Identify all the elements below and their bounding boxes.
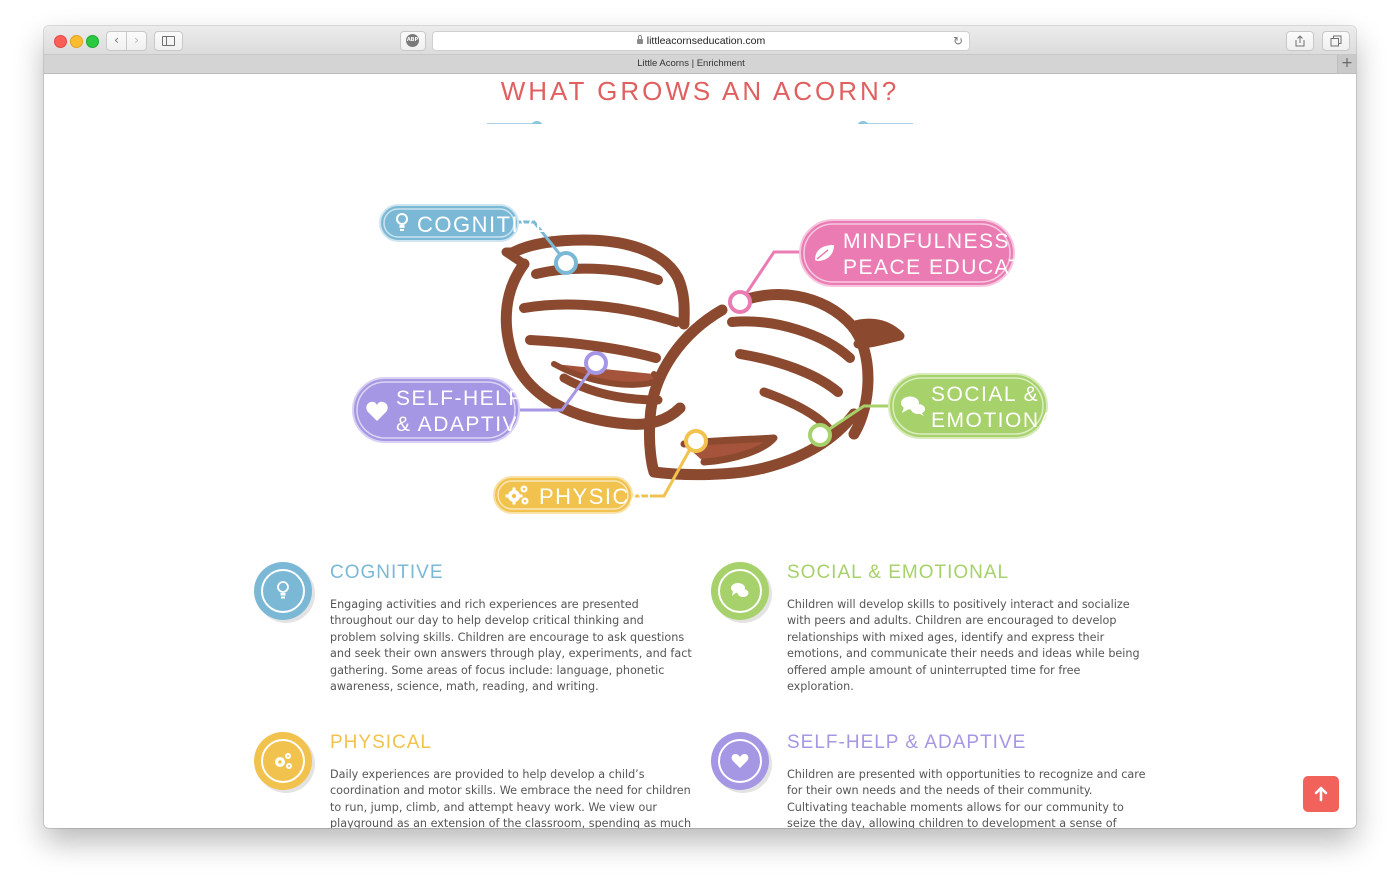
minimize-window-button[interactable] bbox=[70, 35, 83, 48]
sidebar-toggle-button[interactable] bbox=[154, 31, 183, 51]
selfhelp-text: Children are presented with opportunitie… bbox=[787, 768, 1146, 828]
lightbulb-icon bbox=[277, 581, 289, 599]
arrow-up-icon bbox=[1314, 786, 1328, 802]
social-block: SOCIAL & EMOTIONAL Children will develop… bbox=[711, 534, 1140, 693]
cognitive-pill-label: COGNITIVE bbox=[417, 212, 552, 237]
physical-pill: PHYSICAL bbox=[493, 476, 660, 514]
mindfulness-node bbox=[728, 290, 752, 314]
social-pill-label-line2: EMOTIONAL bbox=[931, 409, 1068, 432]
browser-window: ‹ › ABP littleacornseducation.com ↻ Litt… bbox=[44, 26, 1356, 828]
physical-node bbox=[684, 429, 708, 453]
back-button[interactable]: ‹ bbox=[106, 31, 127, 51]
show-tabs-button[interactable] bbox=[1322, 31, 1350, 51]
gears-icon bbox=[275, 753, 292, 769]
social-node bbox=[808, 423, 832, 447]
mindfulness-pill-label-line1: MINDFULNESS & bbox=[843, 230, 1033, 253]
cognitive-pill: COGNITIVE bbox=[379, 204, 552, 242]
physical-pill-label: PHYSICAL bbox=[539, 484, 660, 509]
selfhelp-pill-label-line2: & ADAPTIVE bbox=[396, 413, 534, 436]
tab-bar: Little Acorns | Enrichment + bbox=[44, 55, 1356, 74]
cognitive-circle bbox=[254, 562, 312, 620]
share-button[interactable] bbox=[1286, 31, 1314, 51]
maximize-window-button[interactable] bbox=[86, 35, 99, 48]
physical-text: Daily experiences are provided to help d… bbox=[330, 768, 692, 828]
reload-icon[interactable]: ↻ bbox=[953, 32, 963, 50]
cognitive-block: COGNITIVE Engaging activities and rich e… bbox=[254, 534, 692, 693]
tab-title[interactable]: Little Acorns | Enrichment bbox=[44, 55, 1338, 73]
physical-block: PHYSICAL Daily experiences are provided … bbox=[254, 704, 691, 828]
adblock-extension-button[interactable]: ABP bbox=[400, 31, 426, 51]
new-tab-button[interactable]: + bbox=[1337, 55, 1356, 73]
address-bar[interactable]: littleacornseducation.com ↻ bbox=[432, 31, 970, 51]
social-pill-label-line1: SOCIAL & bbox=[931, 383, 1039, 406]
selfhelp-pill: SELF-HELP & ADAPTIVE bbox=[352, 377, 534, 443]
selfhelp-node bbox=[584, 351, 608, 375]
chevron-right-icon: › bbox=[134, 33, 139, 47]
sidebar-icon bbox=[162, 36, 175, 46]
chat-bubbles-icon bbox=[731, 583, 749, 597]
social-pill: SOCIAL & EMOTIONAL bbox=[888, 373, 1068, 439]
mindfulness-pill-label-line2: PEACE EDUCATION bbox=[843, 256, 1065, 279]
cognitive-node bbox=[554, 251, 578, 275]
chevron-left-icon: ‹ bbox=[114, 33, 119, 47]
forward-button[interactable]: › bbox=[126, 31, 147, 51]
browser-toolbar: ‹ › ABP littleacornseducation.com ↻ bbox=[44, 26, 1356, 55]
page-content: WHAT GROWS AN ACORN? COGNITIVE MINDFULNE… bbox=[44, 74, 1356, 828]
abp-icon: ABP bbox=[406, 34, 419, 47]
social-title: SOCIAL & EMOTIONAL bbox=[787, 562, 1010, 583]
share-icon bbox=[1295, 35, 1305, 47]
physical-title: PHYSICAL bbox=[330, 732, 432, 753]
selfhelp-circle bbox=[711, 732, 769, 790]
url-text: littleacornseducation.com bbox=[646, 35, 766, 47]
scroll-to-top-button[interactable] bbox=[1303, 776, 1339, 812]
lock-icon bbox=[636, 35, 643, 44]
acorn-diagram: COGNITIVE MINDFULNESS & PEACE EDUCATION bbox=[352, 204, 1068, 514]
mindfulness-pill: MINDFULNESS & PEACE EDUCATION bbox=[799, 219, 1065, 287]
selfhelp-pill-label-line1: SELF-HELP bbox=[396, 387, 524, 410]
selfhelp-title: SELF-HELP & ADAPTIVE bbox=[787, 732, 1027, 753]
tabs-overview-icon bbox=[1330, 35, 1342, 47]
physical-circle bbox=[254, 732, 312, 790]
social-circle bbox=[711, 562, 769, 620]
close-window-button[interactable] bbox=[54, 35, 67, 48]
cognitive-title: COGNITIVE bbox=[330, 562, 444, 583]
selfhelp-block: SELF-HELP & ADAPTIVE Children are presen… bbox=[711, 704, 1146, 828]
social-text: Children will develop skills to positive… bbox=[787, 598, 1140, 694]
heart-icon bbox=[731, 754, 749, 768]
cognitive-text: Engaging activities and rich experiences… bbox=[330, 598, 692, 694]
